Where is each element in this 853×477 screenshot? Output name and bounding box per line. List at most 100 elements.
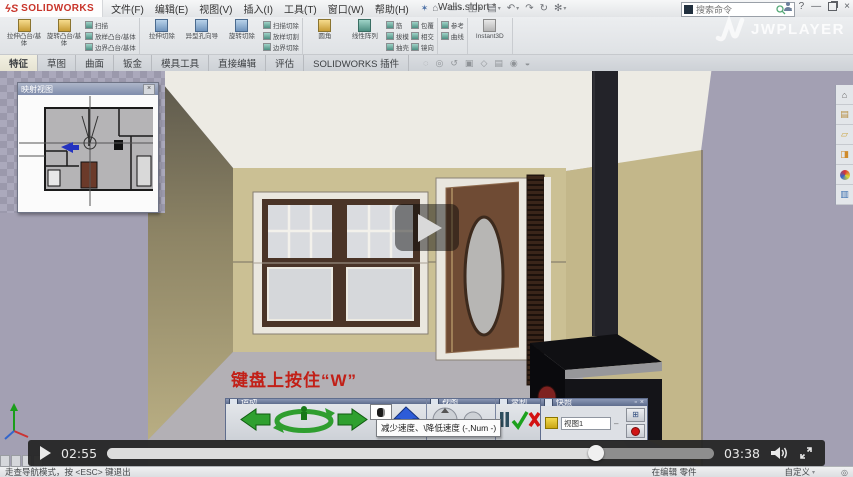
- ribbon-group-3: 参考曲线: [438, 18, 468, 54]
- heads-up-icon-2[interactable]: ↺: [450, 58, 458, 69]
- status-bar: 走查导航模式，按 <ESC> 键退出 在编辑 零件 自定义▾ ◎: [0, 466, 853, 477]
- record-video-button[interactable]: [626, 424, 645, 438]
- menu-view[interactable]: 视图(V): [199, 1, 232, 16]
- rib-button-icon: [386, 21, 394, 29]
- fillet-button[interactable]: 圆角: [306, 19, 344, 40]
- appearances-icon[interactable]: [836, 165, 853, 185]
- search-input[interactable]: [696, 5, 773, 15]
- undo-icon[interactable]: ↶▾: [507, 3, 519, 14]
- wrap-button[interactable]: 包覆: [411, 20, 434, 30]
- big-play-button[interactable]: [395, 204, 459, 251]
- mapped-view-title: 映射视图: [21, 84, 53, 95]
- boundary-boss-button[interactable]: 边界凸台/基体: [85, 42, 136, 52]
- heads-up-icon-1[interactable]: ◎: [436, 58, 444, 69]
- heads-up-icon-6[interactable]: ◉: [510, 58, 518, 69]
- tab-solidworks-addins[interactable]: SOLIDWORKS 插件: [304, 55, 409, 71]
- rib-button[interactable]: 筋: [386, 20, 409, 30]
- move-left-button[interactable]: [241, 409, 270, 430]
- resources-icon[interactable]: ⌂: [836, 85, 853, 105]
- swept-boss-button[interactable]: 扫描: [85, 20, 136, 30]
- restore-button[interactable]: [828, 2, 837, 11]
- progress-bar[interactable]: [107, 448, 714, 459]
- extruded-boss-button[interactable]: 拉伸凸台/基体: [5, 19, 43, 47]
- minimize-button[interactable]: —: [811, 1, 821, 12]
- revolved-cut-button[interactable]: 旋转切除: [223, 19, 261, 40]
- reference-geometry-button-icon: [441, 21, 449, 29]
- tab-sketch[interactable]: 草图: [38, 55, 76, 71]
- curves-button-label: 曲线: [451, 31, 464, 41]
- snapshot-name-field[interactable]: 视图1: [561, 417, 611, 430]
- extruded-cut-button[interactable]: 拉伸切除: [143, 19, 181, 40]
- close-button[interactable]: ×: [844, 1, 850, 12]
- revolved-boss-button[interactable]: 旋转凸台/基体: [45, 19, 83, 47]
- file-explorer-icon[interactable]: ▱: [836, 125, 853, 145]
- accept-button[interactable]: [513, 412, 527, 427]
- rebuild-icon[interactable]: ↻: [540, 3, 548, 14]
- hole-wizard-button-icon: [195, 19, 208, 32]
- pause-button[interactable]: [506, 412, 510, 427]
- menu-tools[interactable]: 工具(T): [284, 1, 317, 16]
- tab-sheet-metal[interactable]: 钣金: [114, 55, 152, 71]
- move-right-button[interactable]: [338, 409, 367, 430]
- help-button[interactable]: ?: [799, 1, 805, 12]
- tab-surfaces[interactable]: 曲面: [76, 55, 114, 71]
- tab-mold-tools[interactable]: 模具工具: [152, 55, 209, 71]
- menu-window[interactable]: 窗口(W): [328, 1, 364, 16]
- menu-help[interactable]: 帮助(H): [375, 1, 409, 16]
- linear-pattern-button[interactable]: 线性阵列: [346, 19, 384, 40]
- grid-view-button[interactable]: ⊞: [626, 408, 645, 422]
- pin-menu-icon[interactable]: ✶: [421, 3, 429, 14]
- lofted-boss-button-icon: [85, 32, 93, 40]
- mapped-view-titlebar[interactable]: 映射视图 ×: [18, 83, 158, 95]
- redo-icon[interactable]: ↷: [525, 3, 533, 14]
- menu-file[interactable]: 文件(F): [111, 1, 144, 16]
- heads-up-icon-5[interactable]: ▤: [494, 58, 503, 69]
- rebuild-icon: ↻: [540, 3, 548, 14]
- curves-button[interactable]: 曲线: [441, 31, 464, 41]
- snapshot-header[interactable]: 快照 ▫ ×: [541, 399, 647, 406]
- tab-direct-editing[interactable]: 直接编辑: [209, 55, 266, 71]
- swept-cut-button[interactable]: 扫描切除: [263, 20, 299, 30]
- heads-up-icon-4[interactable]: ◇: [480, 58, 487, 69]
- menu-edit[interactable]: 编辑(E): [155, 1, 188, 16]
- instant3d-button[interactable]: Instant3D: [471, 19, 509, 40]
- tab-evaluate[interactable]: 评估: [266, 55, 304, 71]
- custom-properties-icon[interactable]: ▥: [836, 185, 853, 205]
- boundary-cut-button[interactable]: 边界切除: [263, 42, 299, 52]
- reference-geometry-button[interactable]: 参考: [441, 20, 464, 30]
- options-icon[interactable]: ✻▾: [554, 3, 566, 14]
- hole-wizard-button[interactable]: 异型孔向导: [183, 19, 221, 40]
- heads-up-icon-7[interactable]: ◒: [525, 58, 530, 68]
- close-icon[interactable]: ×: [143, 84, 155, 95]
- panel-close-icon[interactable]: ×: [640, 399, 644, 406]
- cancel-button[interactable]: [530, 413, 539, 426]
- play-button[interactable]: [40, 446, 51, 460]
- snapshot-icon: [544, 399, 553, 406]
- fullscreen-button[interactable]: [799, 446, 813, 460]
- mapped-view-panel[interactable]: 映射视图 ×: [17, 82, 159, 213]
- panel-minimize-icon[interactable]: ▫: [634, 399, 636, 406]
- customize-dropdown[interactable]: 自定义▾: [784, 466, 815, 477]
- menu-insert[interactable]: 插入(I): [244, 1, 273, 16]
- lofted-boss-button[interactable]: 放样凸台/基体: [85, 31, 136, 41]
- view-palette-icon[interactable]: ◨: [836, 145, 853, 165]
- volume-button[interactable]: [770, 446, 789, 460]
- caret-down-icon: ▾: [498, 5, 501, 12]
- user-account-icon[interactable]: [784, 2, 792, 11]
- rib-button-label: 筋: [396, 20, 403, 30]
- lofted-cut-button[interactable]: 放样切割: [263, 31, 299, 41]
- heads-up-icon-3[interactable]: ▣: [465, 58, 474, 69]
- shell-button[interactable]: 抽壳: [386, 42, 409, 52]
- mirror-button[interactable]: 镜向: [411, 42, 434, 52]
- window-controls: ? — ×: [784, 1, 850, 12]
- draft-button[interactable]: 拔模: [386, 31, 409, 41]
- design-library-icon[interactable]: ▤: [836, 105, 853, 125]
- status-gear-icon[interactable]: ◎: [841, 468, 848, 477]
- intersect-button[interactable]: 相交: [411, 31, 434, 41]
- player-control-bar[interactable]: 02:55 03:38: [28, 440, 825, 466]
- progress-knob[interactable]: [588, 445, 604, 461]
- swept-cut-button-icon: [263, 21, 271, 29]
- tab-features[interactable]: 特征: [0, 55, 38, 71]
- heads-up-icon-0[interactable]: ◌: [423, 58, 428, 68]
- ribbon-group-0: 拉伸凸台/基体旋转凸台/基体扫描放样凸台/基体边界凸台/基体: [2, 18, 140, 54]
